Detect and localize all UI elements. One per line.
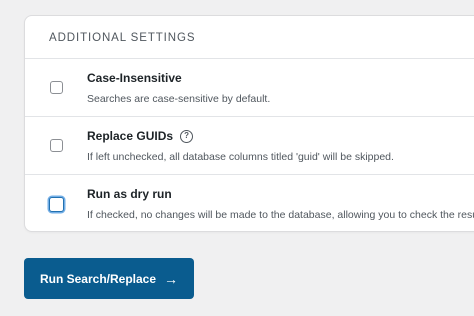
option-description: If left unchecked, all database columns … xyxy=(87,151,394,163)
panel-header: ADDITIONAL SETTINGS xyxy=(25,16,474,59)
option-dry-run: Run as dry run If checked, no changes wi… xyxy=(25,175,474,231)
case-insensitive-checkbox[interactable] xyxy=(50,81,63,94)
run-button-label: Run Search/Replace xyxy=(39,271,157,286)
arrow-right-icon: → xyxy=(164,270,179,287)
replace-guids-checkbox[interactable] xyxy=(50,139,63,152)
option-description: Searches are case-sensitive by default. xyxy=(87,93,271,105)
option-label[interactable]: Case-Insensitive xyxy=(87,71,182,85)
option-description: If checked, no changes will be made to t… xyxy=(87,209,474,221)
additional-settings-panel: ADDITIONAL SETTINGS Case-Insensitive Sea… xyxy=(24,15,474,232)
panel-title: ADDITIONAL SETTINGS xyxy=(49,32,196,44)
option-case-insensitive: Case-Insensitive Searches are case-sensi… xyxy=(25,59,474,117)
help-icon[interactable]: ? xyxy=(180,129,194,143)
option-replace-guids: Replace GUIDs ? If left unchecked, all d… xyxy=(25,117,474,175)
run-search-replace-button[interactable]: Run Search/Replace → xyxy=(24,258,194,299)
option-label[interactable]: Replace GUIDs xyxy=(87,129,173,143)
dry-run-checkbox[interactable] xyxy=(49,197,64,212)
option-label[interactable]: Run as dry run xyxy=(87,187,172,201)
